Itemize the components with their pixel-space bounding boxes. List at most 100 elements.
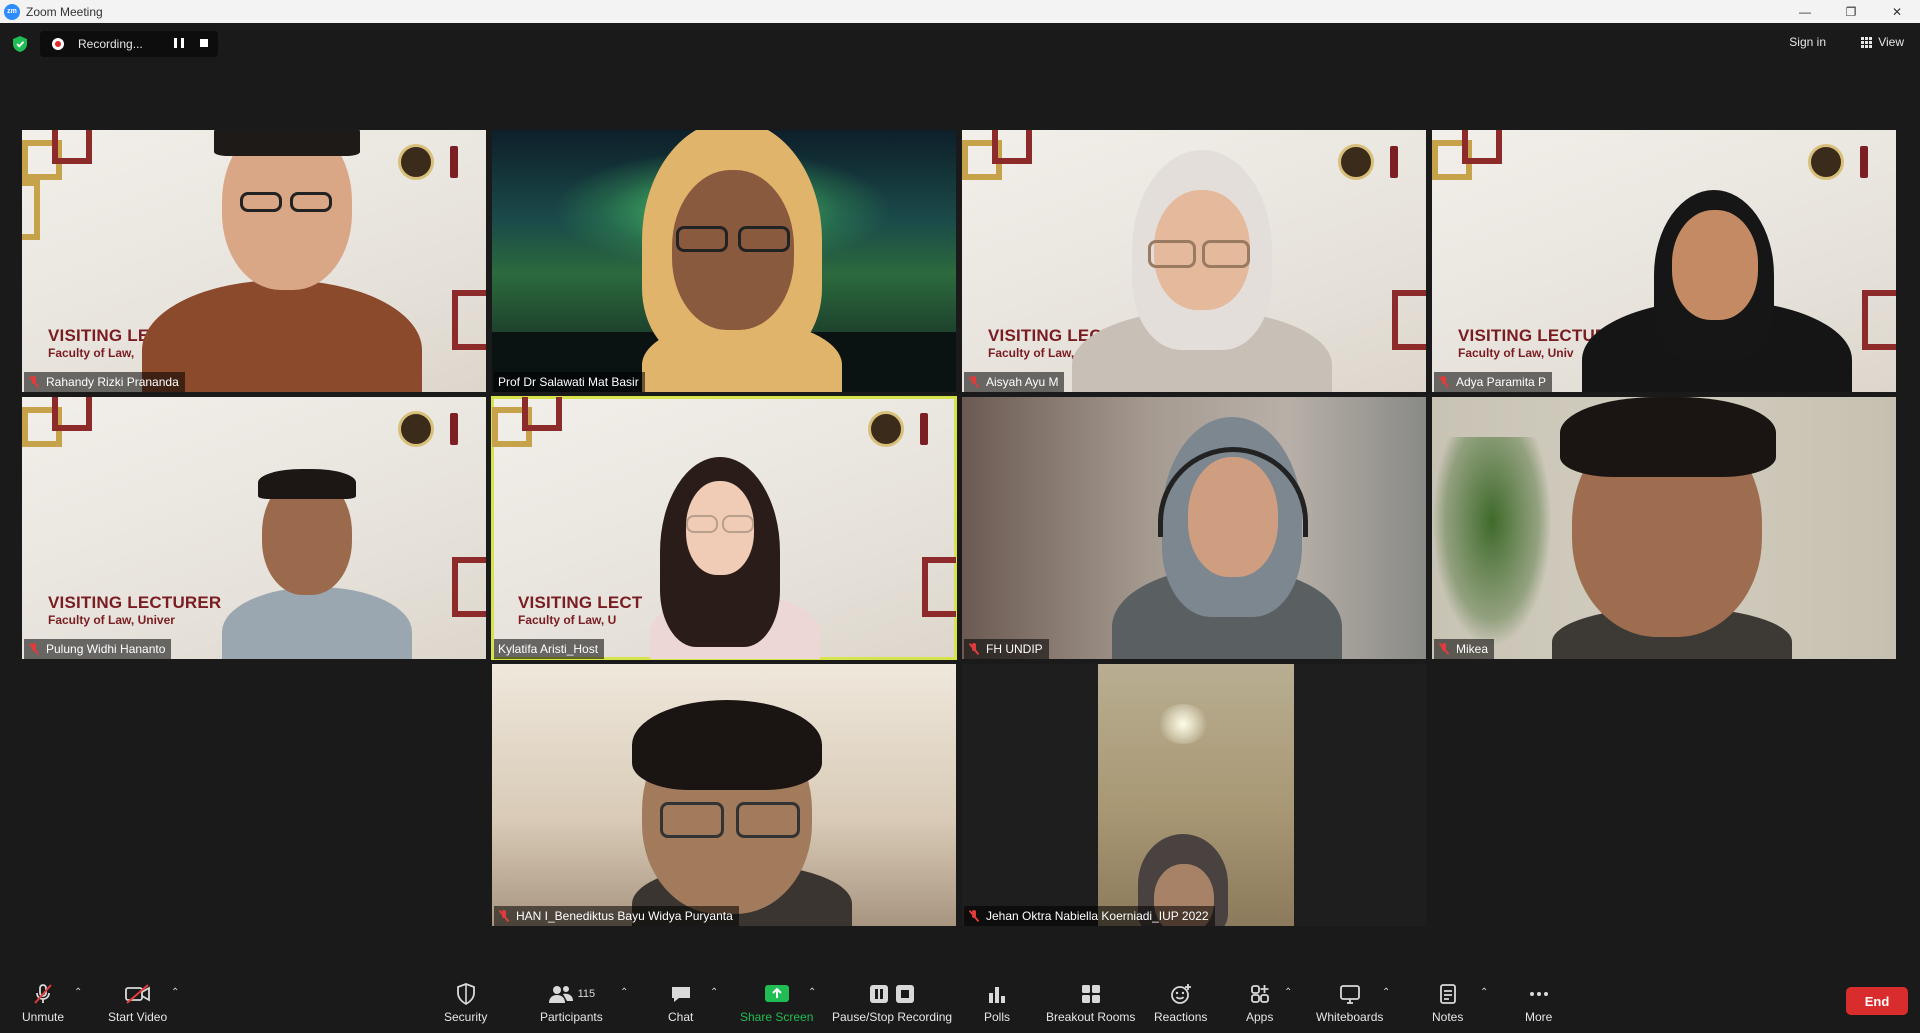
glasses <box>686 515 718 533</box>
apps-label: Apps <box>1246 1010 1274 1024</box>
participant-nametag: Kylatifa Aristi_Host <box>494 639 605 659</box>
participant-hair <box>632 700 822 790</box>
restore-button[interactable]: ❐ <box>1828 0 1874 23</box>
security-label: Security <box>444 1010 488 1024</box>
frame-decoration <box>1462 130 1502 164</box>
banner-title: VISITING LECT <box>518 593 643 612</box>
participant-name: Mikea <box>1456 642 1489 656</box>
smiley-icon <box>1170 984 1191 1004</box>
video-tile-han-benediktus[interactable]: HAN I_Benediktus Bayu Widya Puryanta <box>492 664 956 926</box>
banner-subtitle: Faculty of Law, Univ <box>1458 346 1574 360</box>
more-button[interactable]: More <box>1525 981 1552 1024</box>
frame-decoration <box>1862 290 1896 350</box>
glasses <box>676 226 728 252</box>
pause-recording-icon[interactable] <box>174 38 184 48</box>
breakout-rooms-button[interactable]: Breakout Rooms <box>1046 981 1135 1024</box>
chat-options-chevron-up-icon[interactable]: ⌃ <box>710 987 720 998</box>
university-logo-mark <box>1390 146 1398 178</box>
plant-background <box>1432 437 1552 647</box>
sign-in-link[interactable]: Sign in <box>1789 35 1826 49</box>
participant-nametag: Mikea <box>1434 639 1495 659</box>
participant-name: Kylatifa Aristi_Host <box>498 642 599 656</box>
end-meeting-button[interactable]: End <box>1846 987 1908 1015</box>
participant-name: Rahandy Rizki Prananda <box>46 375 179 389</box>
security-shield-icon[interactable] <box>12 35 28 53</box>
notes-options-chevron-up-icon[interactable]: ⌃ <box>1480 987 1490 998</box>
pause-icon <box>870 985 889 1003</box>
video-tile-kylatifa-active-speaker[interactable]: VISITING LECT Faculty of Law, U Kylatifa… <box>491 396 957 660</box>
participant-name: Prof Dr Salawati Mat Basir <box>498 375 639 389</box>
glasses <box>1202 240 1250 268</box>
video-tile-adya[interactable]: VISITING LECTURE Faculty of Law, Univ Ad… <box>1432 130 1896 392</box>
apps-icon <box>1250 985 1269 1003</box>
shield-icon <box>456 983 475 1006</box>
reactions-button[interactable]: Reactions <box>1154 981 1207 1024</box>
glasses <box>660 802 724 838</box>
meeting-toolbar: Unmute ⌃ Start Video ⌃ Security 115 Part… <box>0 973 1920 1033</box>
participant-nametag: Jehan Oktra Nabiella Koerniadi_IUP 2022 <box>964 906 1215 926</box>
view-button[interactable]: View <box>1861 35 1904 49</box>
mic-muted-icon <box>498 910 510 922</box>
video-tile-salawati[interactable]: Prof Dr Salawati Mat Basir <box>492 130 956 392</box>
notes-label: Notes <box>1432 1010 1464 1024</box>
video-options-chevron-up-icon[interactable]: ⌃ <box>171 987 181 998</box>
video-tile-jehan[interactable]: Jehan Oktra Nabiella Koerniadi_IUP 2022 <box>962 664 1426 926</box>
glasses <box>290 192 332 212</box>
notes-button[interactable]: Notes <box>1432 981 1463 1024</box>
banner-title: VISITING LECTURER <box>48 593 222 612</box>
minimize-button[interactable]: — <box>1782 0 1828 23</box>
participant-name: Jehan Oktra Nabiella Koerniadi_IUP 2022 <box>986 909 1209 923</box>
video-tile-aisyah[interactable]: VISITING LECT Faculty of Law, Aisyah Ayu… <box>962 130 1426 392</box>
participant-hair <box>214 130 360 156</box>
frame-decoration <box>922 557 956 617</box>
share-options-chevron-up-icon[interactable]: ⌃ <box>808 987 818 998</box>
video-tile-fh-undip[interactable]: FH UNDIP <box>962 397 1426 659</box>
bar-chart-icon <box>989 987 1005 1003</box>
share-screen-icon <box>764 985 789 1002</box>
frame-decoration <box>452 557 486 617</box>
participants-count: 115 <box>577 988 596 1000</box>
participant-hair <box>258 469 356 499</box>
university-seal-logo <box>1808 144 1844 180</box>
pause-stop-recording-button[interactable]: Pause/Stop Recording <box>832 981 952 1024</box>
frame-decoration <box>992 130 1032 164</box>
unmute-button[interactable]: Unmute <box>22 981 64 1024</box>
notes-icon <box>1439 984 1456 1004</box>
whiteboards-button[interactable]: Whiteboards <box>1316 981 1383 1024</box>
share-screen-button[interactable]: Share Screen <box>740 981 813 1024</box>
mic-muted-icon <box>1438 643 1450 655</box>
polls-label: Polls <box>984 1010 1011 1024</box>
unmute-label: Unmute <box>22 1010 65 1024</box>
participants-options-chevron-up-icon[interactable]: ⌃ <box>620 987 630 998</box>
video-tile-rahandy[interactable]: VISITING LE Faculty of Law, Rahandy Rizk… <box>22 130 486 392</box>
banner-title: VISITING LE <box>48 326 150 345</box>
participants-button[interactable]: 115 Participants <box>540 981 603 1024</box>
glasses <box>722 515 754 533</box>
participant-name: Adya Paramita P <box>1456 375 1547 389</box>
video-tile-mikea[interactable]: Mikea <box>1432 397 1896 659</box>
participant-head <box>1672 210 1758 320</box>
chat-bubble-icon <box>671 987 690 1002</box>
university-logo-mark <box>450 413 458 445</box>
video-tile-pulung[interactable]: VISITING LECTURER Faculty of Law, Univer… <box>22 397 486 659</box>
participant-nametag: Rahandy Rizki Prananda <box>24 372 185 392</box>
whiteboards-options-chevron-up-icon[interactable]: ⌃ <box>1382 987 1392 998</box>
security-button[interactable]: Security <box>444 981 487 1024</box>
audio-options-chevron-up-icon[interactable]: ⌃ <box>74 987 84 998</box>
start-video-button[interactable]: Start Video <box>108 981 167 1024</box>
chat-button[interactable]: Chat <box>668 981 693 1024</box>
apps-options-chevron-up-icon[interactable]: ⌃ <box>1284 987 1294 998</box>
close-button[interactable]: ✕ <box>1874 0 1920 23</box>
recording-label: Recording... <box>78 37 143 51</box>
mic-muted-icon <box>968 910 980 922</box>
stop-recording-icon[interactable] <box>200 39 208 47</box>
zoom-app-icon: zm <box>4 3 20 20</box>
polls-button[interactable]: Polls <box>984 981 1010 1024</box>
university-logo-mark <box>920 413 928 445</box>
window-titlebar: zm Zoom Meeting — ❐ ✕ <box>0 0 1920 23</box>
university-seal-logo <box>398 411 434 447</box>
frame-decoration <box>52 397 92 431</box>
participant-name: FH UNDIP <box>986 642 1043 656</box>
glasses <box>240 192 282 212</box>
apps-button[interactable]: Apps <box>1246 981 1273 1024</box>
